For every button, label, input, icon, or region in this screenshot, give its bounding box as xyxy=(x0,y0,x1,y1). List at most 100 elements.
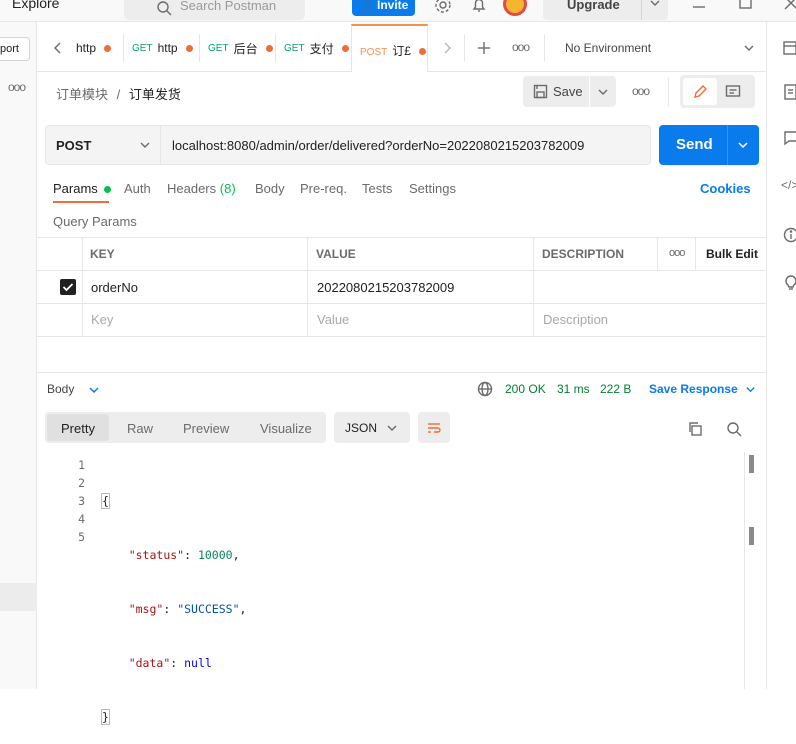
save-button[interactable]: Save xyxy=(523,76,616,107)
format-chevron-icon xyxy=(386,422,398,434)
info-icon[interactable] xyxy=(783,227,796,243)
tab-headers[interactable]: Headers (8) xyxy=(167,181,236,196)
send-chevron-icon[interactable] xyxy=(737,139,749,151)
new-param-key-input[interactable]: Key xyxy=(91,312,113,327)
tab-auth[interactable]: Auth xyxy=(124,181,151,196)
request-more-icon[interactable]: ooo xyxy=(632,84,649,98)
tab-prereq[interactable]: Pre-req. xyxy=(300,181,347,196)
scrollbar-thumb-bottom[interactable] xyxy=(749,527,754,545)
breadcrumb-parent[interactable]: 订单模块 xyxy=(56,87,108,102)
new-param-description-input[interactable]: Description xyxy=(543,312,608,327)
response-size[interactable]: 222 B xyxy=(600,382,631,396)
upgrade-button[interactable]: Upgrade xyxy=(543,0,668,20)
save-chevron-icon[interactable] xyxy=(597,86,609,98)
params-table: KEY VALUE DESCRIPTION ooo Bulk Edit orde… xyxy=(37,237,766,337)
environment-chevron-icon[interactable] xyxy=(743,42,755,54)
chevron-left-icon[interactable] xyxy=(52,40,64,56)
invite-label: Invite xyxy=(377,0,408,12)
environment-select[interactable]: No Environment xyxy=(565,41,651,55)
avatar[interactable] xyxy=(503,0,527,16)
tab-get-http[interactable]: GEThttp xyxy=(132,26,193,70)
tab-body[interactable]: Body xyxy=(255,181,285,196)
response-body-label: Body xyxy=(47,382,74,396)
check-icon xyxy=(60,279,76,295)
line-number: 4 xyxy=(60,510,85,528)
documentation-icon[interactable] xyxy=(783,84,796,100)
cookies-link[interactable]: Cookies xyxy=(700,181,751,196)
pane-divider[interactable] xyxy=(37,372,766,373)
view-tab-preview[interactable]: Preview xyxy=(183,421,229,436)
line-number: 3 xyxy=(60,492,85,510)
view-tab-visualize[interactable]: Visualize xyxy=(260,421,312,436)
response-status[interactable]: 200 OK xyxy=(505,382,546,396)
tab-http-1[interactable]: http xyxy=(76,26,111,70)
explore-link[interactable]: Explore xyxy=(12,0,59,11)
lightbulb-icon[interactable] xyxy=(783,274,796,290)
environment-quicklook-icon[interactable] xyxy=(783,40,796,56)
param-key[interactable]: orderNo xyxy=(91,280,138,295)
tab-label: 后台 xyxy=(234,40,258,57)
more-options-icon[interactable]: ooo xyxy=(8,80,25,94)
tabs-more-icon[interactable]: ooo xyxy=(512,40,529,54)
comments-icon[interactable] xyxy=(783,130,796,146)
query-params-title: Query Params xyxy=(53,214,137,229)
column-value: VALUE xyxy=(316,247,356,261)
new-tab-icon[interactable] xyxy=(476,40,492,56)
send-label: Send xyxy=(676,136,713,153)
copy-icon[interactable] xyxy=(687,421,703,437)
headers-count: (8) xyxy=(220,181,236,196)
search-input[interactable]: Search Postman xyxy=(124,0,305,20)
save-response-chevron-icon xyxy=(745,384,756,395)
json-value: "SUCCESS" xyxy=(177,602,239,616)
search-response-icon[interactable] xyxy=(726,421,742,437)
import-button[interactable]: port xyxy=(0,37,30,61)
code-icon[interactable]: </> xyxy=(781,178,796,192)
invite-button[interactable]: 👤 Invite xyxy=(352,0,415,16)
bulk-edit-button[interactable]: Bulk Edit xyxy=(706,247,758,261)
tab-post-order-active[interactable]: POST订£ xyxy=(351,24,428,72)
new-param-value-input[interactable]: Value xyxy=(317,312,349,327)
left-sidebar: port ooo xyxy=(0,22,37,689)
tab-params[interactable]: Params xyxy=(53,181,111,196)
breadcrumb-separator: / xyxy=(117,87,121,102)
close-icon[interactable] xyxy=(784,0,796,10)
save-response-button[interactable]: Save Response xyxy=(649,382,756,396)
response-body-code[interactable]: { "status": 10000, "msg": "SUCCESS", "da… xyxy=(101,456,246,744)
url-bar: POST localhost:8080/admin/order/delivere… xyxy=(45,125,651,165)
tab-get-pay[interactable]: GET 支付 xyxy=(284,26,349,70)
edit-mode-button[interactable] xyxy=(683,78,717,105)
top-bar: Explore Search Postman 👤 Invite Upgrade xyxy=(0,0,796,22)
response-body-select[interactable]: Body xyxy=(47,382,100,396)
format-select[interactable]: JSON xyxy=(334,412,410,443)
method-select[interactable]: POST xyxy=(46,126,161,164)
maximize-icon[interactable] xyxy=(739,0,753,10)
tab-get-admin[interactable]: GET 后台 xyxy=(208,26,273,70)
settings-icon[interactable] xyxy=(434,0,452,14)
tab-method: GET xyxy=(284,43,305,54)
tab-label: 支付 xyxy=(310,40,334,57)
comment-mode-icon[interactable] xyxy=(725,84,741,100)
view-tab-pretty[interactable]: Pretty xyxy=(47,414,109,441)
minimize-icon[interactable] xyxy=(692,0,706,14)
column-options-icon[interactable]: ooo xyxy=(669,247,684,259)
wrap-lines-button[interactable] xyxy=(418,412,450,443)
view-tab-raw[interactable]: Raw xyxy=(127,421,153,436)
tab-tests[interactable]: Tests xyxy=(362,181,392,196)
chevron-down-icon xyxy=(649,0,661,9)
sidebar-selected-item[interactable] xyxy=(0,583,37,611)
breadcrumb-current[interactable]: 订单发货 xyxy=(129,87,181,102)
param-enabled-checkbox[interactable] xyxy=(60,279,76,295)
bell-icon[interactable] xyxy=(470,0,488,14)
url-input[interactable]: localhost:8080/admin/order/delivered?ord… xyxy=(172,138,584,153)
globe-icon[interactable] xyxy=(477,381,493,397)
tab-method: GET xyxy=(208,43,229,54)
tab-label: http xyxy=(158,41,178,55)
scrollbar-thumb-top[interactable] xyxy=(749,455,754,473)
tab-settings[interactable]: Settings xyxy=(409,181,456,196)
response-time[interactable]: 31 ms xyxy=(557,382,590,396)
send-button[interactable]: Send xyxy=(659,125,759,165)
method-chevron-icon xyxy=(139,139,151,151)
param-value[interactable]: 2022080215203782009 xyxy=(317,280,454,295)
chevron-right-icon[interactable] xyxy=(441,40,453,56)
format-label: JSON xyxy=(345,421,377,435)
